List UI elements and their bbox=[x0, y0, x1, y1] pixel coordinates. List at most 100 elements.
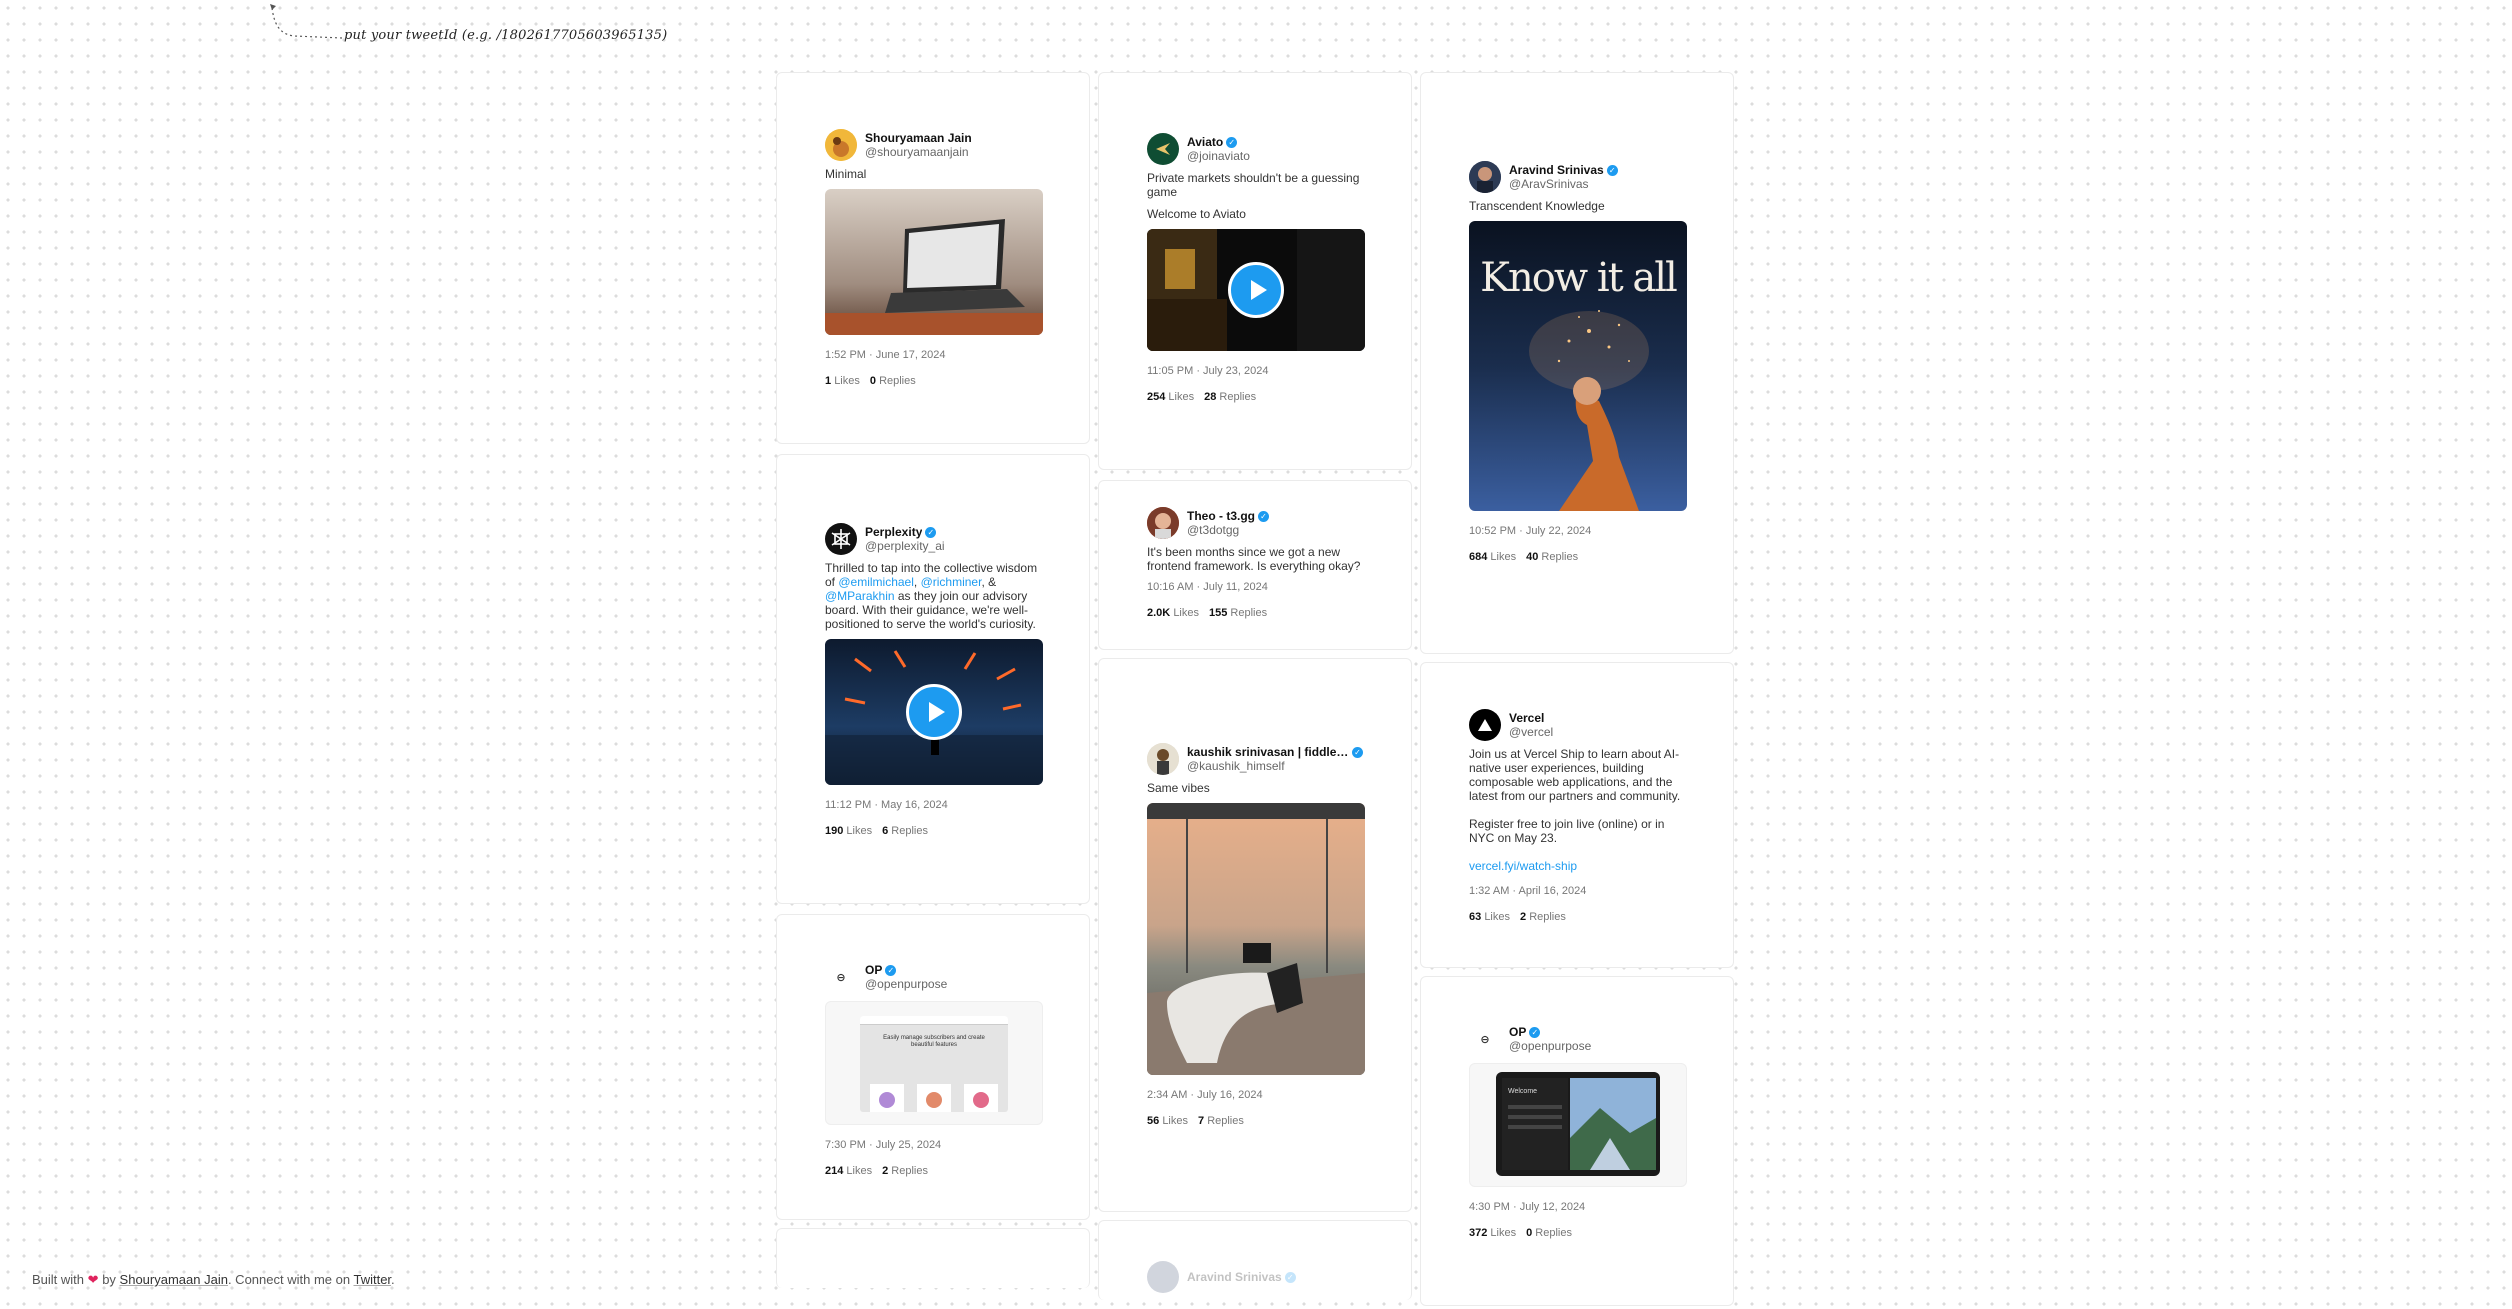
likes-count: 56 bbox=[1147, 1115, 1160, 1127]
avatar[interactable]: ⊖ bbox=[1469, 1023, 1501, 1055]
replies-label: Replies bbox=[891, 825, 928, 837]
author-handle[interactable]: @t3dotgg bbox=[1187, 523, 1269, 537]
author-handle[interactable]: @shouryamaanjain bbox=[865, 145, 972, 159]
tweet-card-op-1[interactable]: ⊖ OP ✓ @openpurpose Easily manage subscri… bbox=[776, 914, 1090, 1220]
tweet-image-laptop[interactable] bbox=[825, 189, 1043, 335]
author-name[interactable]: Aravind Srinivas bbox=[1509, 163, 1604, 177]
tweet-card-perplexity[interactable]: Perplexity ✓ @perplexity_ai Thrilled to t… bbox=[776, 454, 1090, 904]
tweet-card-vercel[interactable]: Vercel @vercel Join us at Vercel Ship to… bbox=[1420, 662, 1734, 968]
author-name[interactable]: Shouryamaan Jain bbox=[865, 131, 972, 145]
avatar[interactable] bbox=[825, 523, 857, 555]
tweet-time[interactable]: 1:52 PM · June 17, 2024 bbox=[825, 349, 1041, 361]
author-name[interactable]: Theo - t3.gg bbox=[1187, 509, 1255, 523]
avatar[interactable] bbox=[1147, 133, 1179, 165]
replies-count: 40 bbox=[1526, 551, 1539, 563]
tweet-id-hint: put your tweetId (e.g. /1802617705603965… bbox=[268, 0, 667, 48]
tweet-card-partial[interactable] bbox=[776, 1228, 1090, 1288]
tweet-header: Vercel @vercel bbox=[1469, 709, 1685, 741]
likes-count: 684 bbox=[1469, 551, 1488, 563]
likes-label: Likes bbox=[846, 1165, 873, 1177]
tweet-paragraph: Join us at Vercel Ship to learn about AI… bbox=[1469, 747, 1681, 803]
replies-count: 155 bbox=[1209, 607, 1228, 619]
author-name[interactable]: Aviato bbox=[1187, 135, 1223, 149]
replies-label: Replies bbox=[1230, 607, 1268, 619]
author-handle[interactable]: @openpurpose bbox=[1509, 1039, 1591, 1053]
author-name[interactable]: Perplexity bbox=[865, 525, 922, 539]
footer-text: Built with bbox=[32, 1272, 85, 1287]
twitter-link[interactable]: Twitter bbox=[353, 1272, 391, 1287]
mention-link[interactable]: @richminer bbox=[921, 575, 982, 589]
footer-text: . bbox=[391, 1272, 395, 1287]
tweet-card-aviato[interactable]: Aviato ✓ @joinaviato Private markets shou… bbox=[1098, 72, 1412, 470]
author-name[interactable]: OP bbox=[865, 963, 882, 977]
author-name[interactable]: OP bbox=[1509, 1025, 1526, 1039]
tweet-link-preview[interactable]: Welcome bbox=[1469, 1063, 1687, 1187]
avatar[interactable] bbox=[1147, 1261, 1179, 1293]
author-handle[interactable]: @kaushik_himself bbox=[1187, 759, 1363, 773]
avatar-icon bbox=[1147, 743, 1179, 775]
author-handle[interactable]: @joinaviato bbox=[1187, 149, 1250, 163]
likes-count: 63 bbox=[1469, 911, 1482, 923]
replies-label: Replies bbox=[1541, 551, 1579, 563]
tweet-card-op-2[interactable]: ⊖ OP ✓ @openpurpose Welcome 4:30 PM · Ju… bbox=[1420, 976, 1734, 1306]
play-icon[interactable] bbox=[906, 684, 962, 740]
replies-label: Replies bbox=[1207, 1115, 1244, 1127]
preview-title: Welcome bbox=[1508, 1088, 1538, 1095]
footer: Built with ❤ by Shouryamaan Jain. Connec… bbox=[32, 1272, 395, 1288]
preview-tablet: Welcome bbox=[1496, 1072, 1660, 1176]
avatar[interactable] bbox=[825, 129, 857, 161]
tweet-card-theo[interactable]: Theo - t3.gg ✓ @t3dotgg It's been months … bbox=[1098, 480, 1412, 650]
avatar-icon bbox=[825, 129, 857, 161]
author-name[interactable]: Vercel bbox=[1509, 711, 1544, 725]
tweet-time[interactable]: 7:30 PM · July 25, 2024 bbox=[825, 1139, 1041, 1151]
tweet-card-aravind[interactable]: Aravind Srinivas ✓ @AravSrinivas Transcen… bbox=[1420, 72, 1734, 654]
tweet-header: ⊖ OP ✓ @openpurpose bbox=[1469, 1023, 1685, 1055]
avatar-icon bbox=[1469, 161, 1501, 193]
text-part: , & bbox=[981, 575, 997, 589]
tweet-link[interactable]: vercel.fyi/watch-ship bbox=[1469, 859, 1685, 873]
aviato-logo-icon bbox=[1156, 143, 1170, 155]
avatar[interactable] bbox=[1469, 161, 1501, 193]
avatar[interactable] bbox=[1469, 709, 1501, 741]
tweet-time[interactable]: 11:05 PM · July 23, 2024 bbox=[1147, 365, 1363, 377]
tweet-time[interactable]: 10:52 PM · July 22, 2024 bbox=[1469, 525, 1685, 537]
avatar[interactable] bbox=[1147, 507, 1179, 539]
replies-label: Replies bbox=[1219, 391, 1257, 403]
avatar[interactable] bbox=[1147, 743, 1179, 775]
verified-badge-icon: ✓ bbox=[1258, 510, 1269, 522]
author-name[interactable]: Aravind Srinivas bbox=[1187, 1270, 1282, 1284]
footer-text: by bbox=[102, 1272, 116, 1287]
tweet-stats: 2.0K Likes 155 Replies bbox=[1147, 607, 1363, 619]
play-icon[interactable] bbox=[1228, 262, 1284, 318]
tweet-time[interactable]: 1:32 AM · April 16, 2024 bbox=[1469, 885, 1685, 897]
tweet-time[interactable]: 2:34 AM · July 16, 2024 bbox=[1147, 1089, 1363, 1101]
tweet-link-preview[interactable]: Easily manage subscribers and create bea… bbox=[825, 1001, 1043, 1125]
tweet-card-shouryamaan[interactable]: Shouryamaan Jain @shouryamaanjain Minima… bbox=[776, 72, 1090, 444]
author-link[interactable]: Shouryamaan Jain bbox=[120, 1272, 228, 1287]
preview-title: Easily manage subscribers and create bea… bbox=[883, 1035, 985, 1048]
mention-link[interactable]: @emilmichael bbox=[838, 575, 914, 589]
tweet-video[interactable] bbox=[1147, 229, 1365, 351]
avatar[interactable]: ⊖ bbox=[825, 961, 857, 993]
tweet-stats: 254 Likes 28 Replies bbox=[1147, 391, 1363, 403]
tweet-text: Private markets shouldn't be a guessing … bbox=[1147, 171, 1363, 221]
likes-count: 214 bbox=[825, 1165, 844, 1177]
likes-label: Likes bbox=[1490, 551, 1517, 563]
tweet-video[interactable] bbox=[825, 639, 1043, 785]
tweet-time[interactable]: 11:12 PM · May 16, 2024 bbox=[825, 799, 1041, 811]
tweet-card-kaushik[interactable]: kaushik srinivasan | fiddlecub...✓ @kaus… bbox=[1098, 658, 1412, 1212]
verified-badge-icon: ✓ bbox=[1226, 136, 1238, 148]
tweet-card-aravind-partial[interactable]: Aravind Srinivas ✓ bbox=[1098, 1220, 1412, 1300]
tweet-image-know-it-all[interactable]: Know it all bbox=[1469, 221, 1687, 511]
author-handle[interactable]: @AravSrinivas bbox=[1509, 177, 1618, 191]
author-handle[interactable]: @perplexity_ai bbox=[865, 539, 945, 553]
tweet-image-office[interactable] bbox=[1147, 803, 1365, 1075]
mention-link[interactable]: @MParakhin bbox=[825, 589, 895, 603]
author-handle[interactable]: @openpurpose bbox=[865, 977, 947, 991]
author-handle[interactable]: @vercel bbox=[1509, 725, 1553, 739]
author-name[interactable]: kaushik srinivasan | fiddlecub... bbox=[1187, 745, 1349, 759]
tweet-time[interactable]: 10:16 AM · July 11, 2024 bbox=[1147, 581, 1363, 593]
tweet-time[interactable]: 4:30 PM · July 12, 2024 bbox=[1469, 1201, 1685, 1213]
text-part: , bbox=[913, 575, 921, 589]
tweet-header: kaushik srinivasan | fiddlecub...✓ @kaus… bbox=[1147, 743, 1363, 775]
